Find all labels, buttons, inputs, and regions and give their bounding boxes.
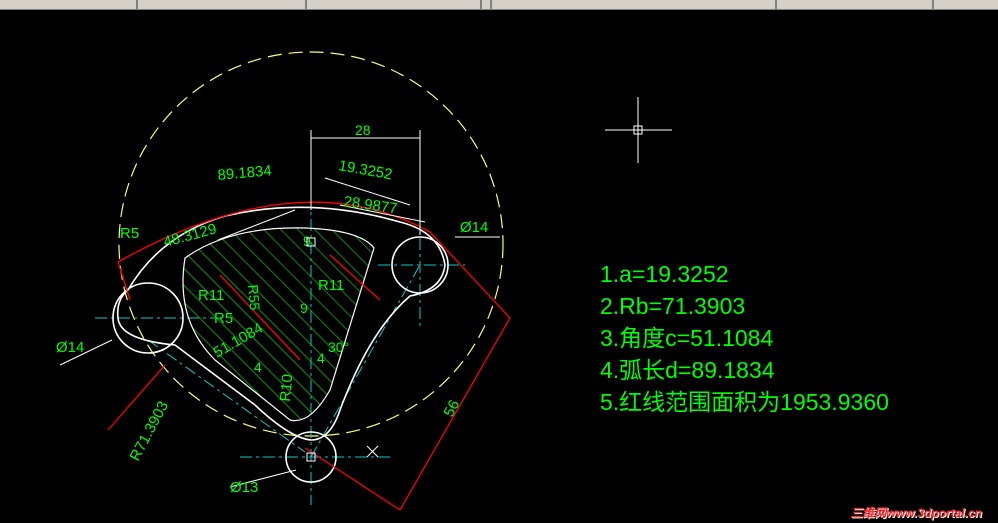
result-area: 5.红线范围面积为1953.9360 bbox=[600, 389, 889, 415]
dim-30deg: 30° bbox=[328, 339, 349, 355]
dim-r11-left: R11 bbox=[198, 287, 224, 304]
dim-r10: R10 bbox=[277, 373, 296, 402]
dim-dia13: Ø13 bbox=[230, 479, 258, 496]
result-angle: 3.角度c=51.1084 bbox=[600, 325, 774, 351]
dim-9-mid: 9 bbox=[300, 300, 308, 316]
dim-4-left: 4 bbox=[254, 359, 262, 375]
dim-dia14-left: Ø14 bbox=[56, 339, 84, 356]
dim-r5-inner: R5 bbox=[214, 310, 233, 327]
dim-a: 19.3252 bbox=[337, 157, 393, 183]
dim-28: 28 bbox=[355, 122, 371, 138]
dim-rb: R71.3903 bbox=[127, 398, 173, 463]
dim-chord: 28.9877 bbox=[342, 193, 398, 217]
dim-4-right: 4 bbox=[317, 350, 325, 366]
result-rb: 2.Rb=71.3903 bbox=[600, 293, 746, 319]
dim-arc: 89.1834 bbox=[217, 162, 273, 184]
dim-56: 56 bbox=[441, 397, 464, 420]
dim-r5-top: R5 bbox=[120, 225, 139, 242]
dim-r55: R55 bbox=[245, 284, 263, 311]
result-a: 1.a=19.3252 bbox=[600, 261, 729, 287]
dim-r11-right: R11 bbox=[318, 277, 344, 294]
results-list: 1.a=19.3252 2.Rb=71.3903 3.角度c=51.1084 4… bbox=[600, 258, 889, 418]
cad-viewport[interactable]: 28 19.3252 28.9877 89.1834 R5 48.3129 Ø1… bbox=[0, 0, 998, 523]
watermark: 三维网www.3dportal.cn bbox=[850, 506, 982, 520]
crosshair-cursor-icon bbox=[605, 97, 672, 163]
result-arc: 4.弧长d=89.1834 bbox=[600, 357, 775, 383]
x-mark-icon bbox=[366, 445, 379, 458]
dim-dia14-right: Ø14 bbox=[460, 219, 488, 236]
